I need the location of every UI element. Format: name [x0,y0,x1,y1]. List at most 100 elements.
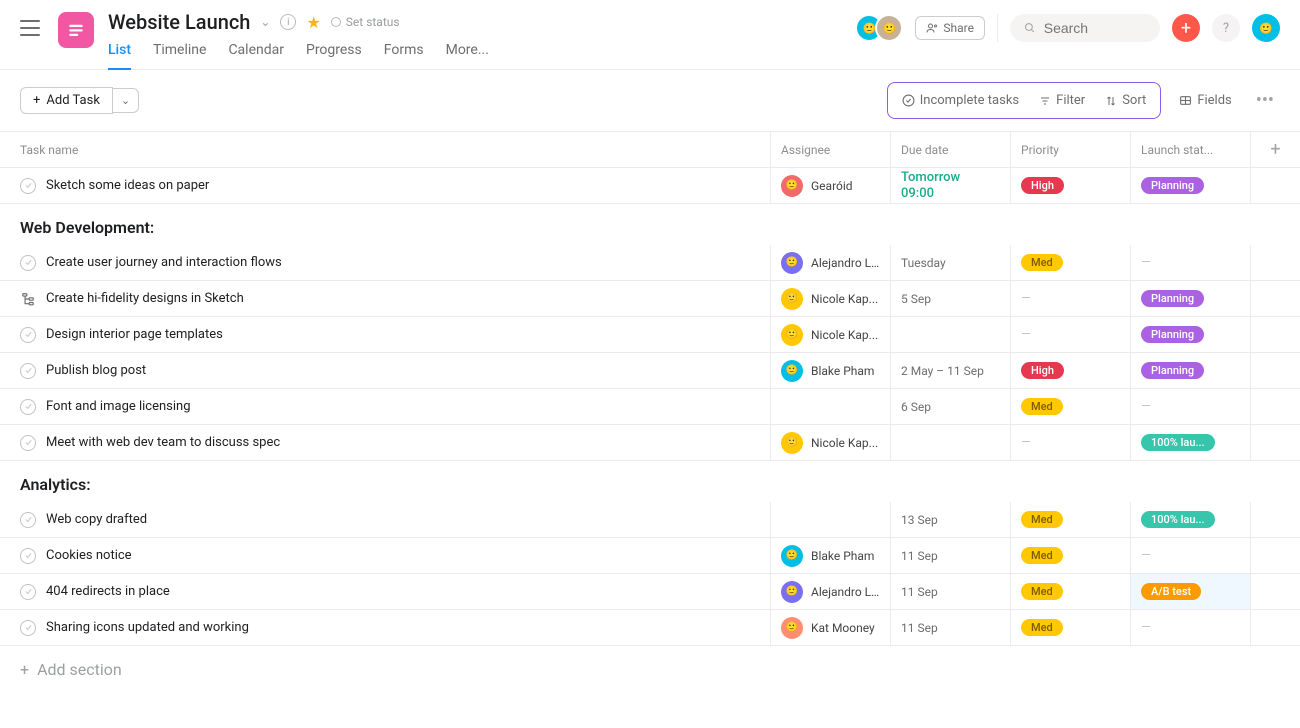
priority-pill[interactable]: Med [1021,511,1063,528]
due-date[interactable]: 11 Sep [901,621,938,635]
col-header-due[interactable]: Due date [890,132,1010,167]
add-task-dropdown[interactable]: ⌄ [112,88,139,113]
launch-pill[interactable]: A/B test [1141,583,1201,600]
table-row[interactable]: Create hi-fidelity designs in Sketch🙂Nic… [0,281,1300,317]
table-row[interactable]: Design interior page templates🙂Nicole Ka… [0,317,1300,353]
priority-pill[interactable]: High [1021,177,1064,194]
due-date[interactable]: 11 Sep [901,585,938,599]
filter-button[interactable]: Filter [1029,89,1095,112]
table-row[interactable]: Sketch some ideas on paper 🙂 Gearóid Tom… [0,168,1300,204]
assignee-name: Alejandro L... [811,585,880,599]
fields-button[interactable]: Fields [1169,89,1241,112]
avatar[interactable]: 🙂 [781,581,803,603]
launch-pill[interactable]: 100% lau... [1141,434,1215,451]
avatar[interactable]: 🙂 [781,545,803,567]
complete-check-icon[interactable] [20,327,36,343]
tab-forms[interactable]: Forms [384,42,424,70]
due-date[interactable]: 5 Sep [901,292,931,306]
tab-more[interactable]: More... [446,42,489,70]
plus-icon: + [33,93,40,108]
launch-pill[interactable]: 100% lau... [1141,511,1215,528]
table-row[interactable]: Meet with web dev team to discuss spec🙂N… [0,425,1300,461]
col-header-assignee[interactable]: Assignee [770,132,890,167]
more-icon[interactable]: ••• [1250,90,1280,111]
add-task-button[interactable]: + Add Task [20,87,113,114]
assignee-name: Alejandro L... [811,256,880,270]
avatar[interactable]: 🙂 [875,14,903,42]
table-row[interactable]: Cookies notice🙂Blake Pham11 SepMed— [0,538,1300,574]
global-add-button[interactable]: + [1172,14,1200,42]
table-row[interactable]: 404 redirects in place🙂Alejandro L...11 … [0,574,1300,610]
avatar[interactable]: 🙂 [781,288,803,310]
project-title[interactable]: Website Launch [108,10,250,34]
table-header: Task name Assignee Due date Priority Lau… [0,132,1300,168]
due-date[interactable]: 2 May – 11 Sep [901,364,984,378]
due-date[interactable]: Tuesday [901,256,946,270]
priority-pill[interactable]: Med [1021,398,1063,415]
col-header-priority[interactable]: Priority [1010,132,1130,167]
complete-check-icon[interactable] [20,584,36,600]
due-date[interactable]: 13 Sep [901,513,938,527]
priority-empty: — [1021,435,1031,450]
star-icon[interactable]: ★ [306,13,320,32]
search-box[interactable] [1010,14,1160,42]
priority-pill[interactable]: Med [1021,547,1063,564]
table-row[interactable]: Sharing icons updated and working🙂Kat Mo… [0,610,1300,646]
add-section-button[interactable]: + Add section [0,646,1300,693]
assignee-name: Nicole Kap... [811,292,878,306]
due-date[interactable]: 6 Sep [901,400,931,414]
table-row[interactable]: Publish blog post🙂Blake Pham2 May – 11 S… [0,353,1300,389]
launch-pill[interactable]: Planning [1141,290,1204,307]
section-header[interactable]: Web Development: [0,204,1300,245]
task-table: Task name Assignee Due date Priority Lau… [0,132,1300,693]
launch-empty: — [1141,399,1151,414]
avatar[interactable]: 🙂 [781,617,803,639]
complete-check-icon[interactable] [20,178,36,194]
complete-check-icon[interactable] [20,255,36,271]
due-date[interactable]: 11 Sep [901,549,938,563]
chevron-down-icon[interactable]: ⌄ [260,15,270,29]
user-avatar[interactable]: 🙂 [1252,14,1280,42]
avatar[interactable]: 🙂 [781,324,803,346]
section-header[interactable]: Analytics: [0,461,1300,502]
sort-button[interactable]: Sort [1095,89,1156,112]
info-icon[interactable]: i [280,14,296,30]
set-status[interactable]: Set status [331,15,400,29]
table-row[interactable]: Create user journey and interaction flow… [0,245,1300,281]
avatar[interactable]: 🙂 [781,360,803,382]
tab-progress[interactable]: Progress [306,42,362,70]
incomplete-filter[interactable]: Incomplete tasks [892,89,1029,112]
priority-pill[interactable]: Med [1021,254,1063,271]
help-button[interactable]: ? [1212,14,1240,42]
tab-list[interactable]: List [108,42,131,70]
launch-pill[interactable]: Planning [1141,362,1204,379]
table-row[interactable]: Web copy drafted13 SepMed100% lau... [0,502,1300,538]
due-date[interactable]: Tomorrow09:00 [901,170,960,201]
priority-pill[interactable]: High [1021,362,1064,379]
priority-pill[interactable]: Med [1021,619,1063,636]
col-header-name[interactable]: Task name [0,143,770,157]
tab-calendar[interactable]: Calendar [228,42,284,70]
priority-empty: — [1021,327,1031,342]
complete-check-icon[interactable] [20,435,36,451]
complete-check-icon[interactable] [20,512,36,528]
complete-check-icon[interactable] [20,399,36,415]
complete-check-icon[interactable] [20,548,36,564]
hamburger-icon[interactable] [20,18,40,38]
member-avatars[interactable]: 🙂 🙂 [863,14,903,42]
table-row[interactable]: Font and image licensing6 SepMed— [0,389,1300,425]
priority-pill[interactable]: Med [1021,583,1063,600]
tab-timeline[interactable]: Timeline [153,42,206,70]
add-column-button[interactable]: + [1250,132,1300,167]
complete-check-icon[interactable] [20,620,36,636]
col-header-launch[interactable]: Launch stat... [1130,132,1250,167]
launch-pill[interactable]: Planning [1141,326,1204,343]
search-input[interactable] [1044,20,1146,36]
launch-pill[interactable]: Planning [1141,177,1204,194]
project-icon[interactable] [58,12,94,48]
avatar[interactable]: 🙂 [781,252,803,274]
avatar[interactable]: 🙂 [781,432,803,454]
complete-check-icon[interactable] [20,363,36,379]
share-button[interactable]: Share [915,16,985,40]
avatar[interactable]: 🙂 [781,175,803,197]
